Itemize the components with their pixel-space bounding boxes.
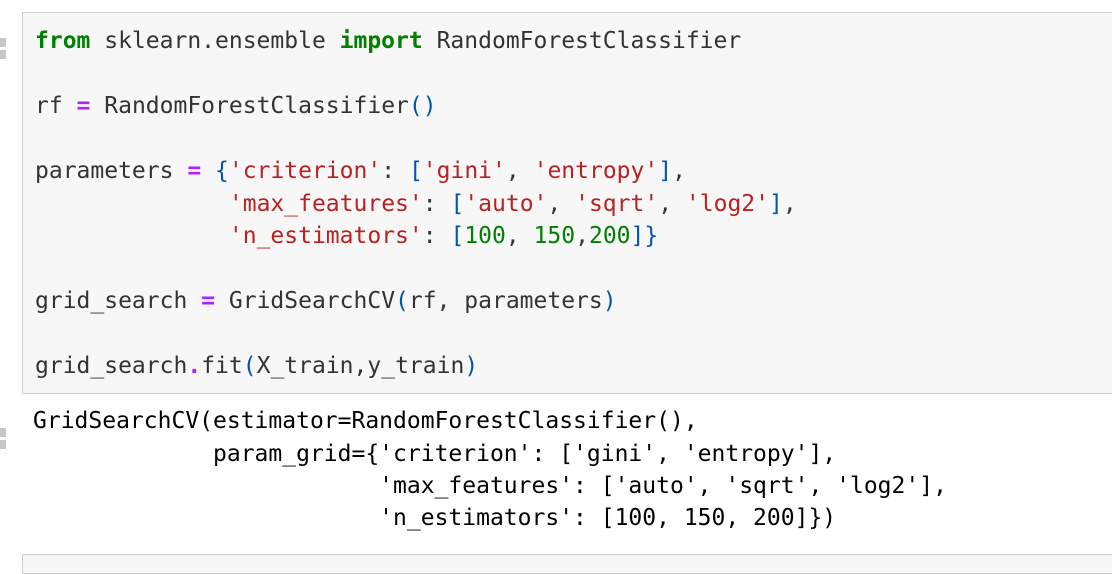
dot-op: . [187,353,202,379]
code-line-5: 'n_estimators': [100, 150,200]} [35,220,658,252]
trailing-comma: , [782,191,797,217]
output-line-4: 'n_estimators': [100, 150, 200]}) [33,505,837,531]
code-line-7: grid_search.fit(X_train,y_train) [35,350,478,382]
output-line-1: GridSearchCV(estimator=RandomForestClass… [33,408,698,434]
comma: , [547,191,576,217]
key-n-estimators: 'n_estimators' [228,223,423,249]
code-line-1: from sklearn.ensemble import RandomFores… [35,25,741,57]
var-parameters: parameters [35,158,188,184]
dict-open: { [215,158,229,184]
parens: () [408,93,437,119]
list-close: ] [658,158,673,184]
code-line-2: rf = RandomForestClassifier() [35,90,437,122]
code-line-3: parameters = {'criterion': ['gini', 'ent… [35,155,686,187]
assign-op: = [201,288,216,314]
comma: , [505,223,534,249]
list-open: [ [450,191,465,217]
paren-open: ( [242,353,257,379]
var-rf: rf [35,93,77,119]
dict-close: } [644,223,659,249]
method-fit: fit [201,353,243,379]
keyword-import: import [339,28,423,54]
value-gini: 'gini' [422,158,506,184]
paren-close: ) [602,288,617,314]
comma: , [658,191,686,217]
list-open: [ [408,158,423,184]
output-prompt-marker-2 [0,440,6,449]
keyword-from: from [35,28,91,54]
call-name: RandomForestClassifier [90,93,409,119]
number-150: 150 [533,223,576,249]
var-grid-search: grid_search [35,288,202,314]
trailing-comma: , [672,158,686,184]
number-200: 200 [588,223,631,249]
code-line-4: 'max_features': ['auto', 'sqrt', 'log2']… [35,188,797,220]
key-criterion: 'criterion' [228,158,382,184]
colon: : [422,223,451,249]
next-code-cell[interactable] [22,554,1112,574]
output-line-3: 'max_features': ['auto', 'sqrt', 'log2']… [33,473,947,499]
import-name: RandomForestClassifier [422,28,742,54]
paren-open: ( [395,288,409,314]
comma: , [575,223,589,249]
key-max-features: 'max_features' [228,191,423,217]
paren-close: ) [464,353,479,379]
input-prompt-marker [0,38,6,47]
value-sqrt: 'sqrt' [575,191,659,217]
value-auto: 'auto' [464,191,548,217]
comma: , [505,158,534,184]
call-args: X_train,y_train [256,353,465,379]
number-100: 100 [464,223,506,249]
output-prompt-marker [0,428,6,437]
call-args: rf, parameters [408,288,603,314]
var-grid-search: grid_search [35,353,188,379]
code-line-6: grid_search = GridSearchCV(rf, parameter… [35,285,617,317]
call-name: GridSearchCV [215,288,396,314]
value-entropy: 'entropy' [533,158,659,184]
output-line-2: param_grid={'criterion': ['gini', 'entro… [33,441,837,467]
list-open: [ [450,223,465,249]
assign-op: = [187,158,202,184]
value-log2: 'log2' [685,191,769,217]
colon: : [381,158,409,184]
colon: : [422,191,451,217]
list-close: ] [769,191,783,217]
assign-op: = [76,93,91,119]
list-close: ] [630,223,645,249]
input-prompt-marker-2 [0,50,6,59]
module-name: sklearn.ensemble [90,28,340,54]
